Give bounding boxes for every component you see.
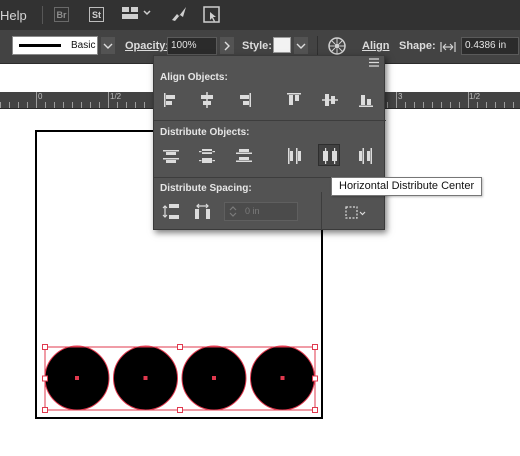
panel-menu-icon[interactable] — [368, 58, 380, 68]
selection-handle[interactable] — [312, 375, 318, 382]
circle-center-point — [143, 376, 148, 380]
circle-center-point — [212, 376, 216, 380]
spacing-value: 0 in — [245, 206, 260, 216]
horizontal-distribute-space-icon — [195, 203, 210, 219]
horizontal-align-left-button[interactable] — [160, 89, 182, 111]
vertical-align-top-icon — [287, 93, 301, 105]
horizontal-align-center-icon — [201, 92, 213, 108]
horizontal-align-left-icon — [164, 93, 175, 107]
tooltip: Horizontal Distribute Center — [331, 177, 483, 196]
horizontal-distribute-center-icon — [323, 148, 337, 164]
selection-handle[interactable] — [312, 344, 318, 350]
horizontal-distribute-left-icon — [288, 148, 301, 164]
spacing-value-input[interactable]: 0 in — [224, 202, 298, 221]
vertical-align-bottom-icon — [359, 95, 373, 107]
align-objects-title: Align Objects: — [160, 72, 228, 83]
align-panel: Align Objects: Distribute Objects: Distr… — [153, 55, 386, 230]
distribute-spacing-title: Distribute Spacing: — [160, 183, 252, 194]
selection-handle[interactable] — [42, 344, 48, 350]
horizontal-align-right-button[interactable] — [233, 89, 255, 111]
align-to-selection-icon — [345, 206, 366, 219]
align-to-dropdown[interactable] — [344, 202, 366, 224]
horizontal-align-right-icon — [240, 93, 251, 107]
circle-center-point — [280, 376, 285, 380]
horizontal-align-center-button[interactable] — [196, 89, 218, 111]
distribute-objects-title: Distribute Objects: — [160, 127, 250, 138]
vertical-distribute-bottom-button[interactable] — [233, 145, 255, 167]
vertical-distribute-top-button[interactable] — [160, 145, 182, 167]
vertical-distribute-center-icon — [199, 149, 215, 163]
spacing-stepper-icon — [229, 206, 237, 217]
vertical-distribute-top-icon — [163, 150, 179, 163]
vertical-distribute-bottom-icon — [236, 149, 252, 162]
panel-divider — [154, 120, 386, 121]
horizontal-distribute-space-button[interactable] — [192, 201, 214, 223]
horizontal-distribute-left-button[interactable] — [283, 145, 305, 167]
vertical-align-center-icon — [322, 94, 338, 106]
horizontal-distribute-right-button[interactable] — [355, 145, 377, 167]
vertical-align-center-button[interactable] — [319, 89, 341, 111]
vertical-align-bottom-button[interactable] — [355, 89, 377, 111]
selection-handle[interactable] — [42, 407, 48, 413]
selection-handle[interactable] — [177, 344, 183, 350]
vertical-distribute-space-icon — [162, 204, 179, 219]
horizontal-distribute-right-icon — [359, 148, 372, 164]
selection-handle[interactable] — [312, 407, 318, 413]
circle-center-point — [75, 376, 79, 380]
horizontal-distribute-center-button[interactable] — [318, 144, 340, 166]
vertical-align-top-button[interactable] — [283, 89, 305, 111]
selection-handle[interactable] — [42, 375, 48, 382]
vertical-distribute-center-button[interactable] — [196, 145, 218, 167]
selection-handle[interactable] — [177, 407, 183, 413]
vertical-distribute-space-button[interactable] — [160, 201, 182, 223]
panel-divider — [321, 192, 322, 230]
